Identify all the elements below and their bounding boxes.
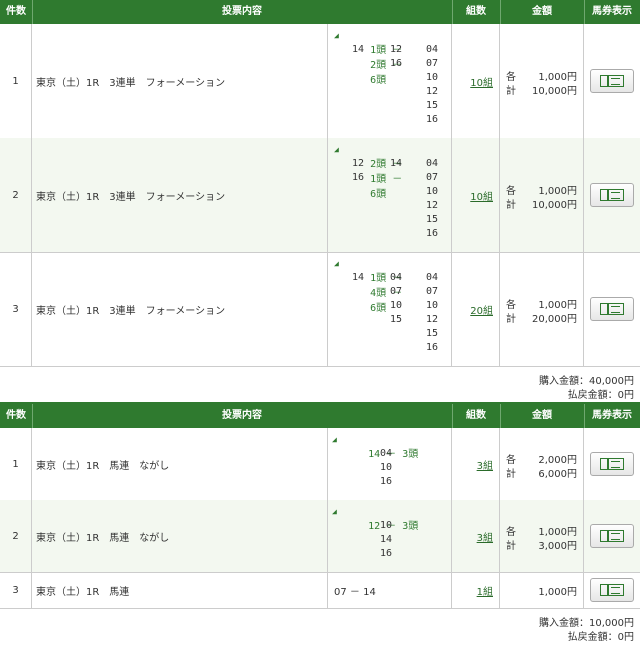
header-display: 馬券表示 xyxy=(592,410,632,421)
refund-total: 払戻金額：0円 xyxy=(567,390,634,401)
row-number: 2 xyxy=(0,500,32,572)
bet-description: 東京（土）1R 馬連 ながし xyxy=(32,428,328,500)
ticket-icon xyxy=(600,530,624,542)
bet-description: 東京（土）1R 馬連 xyxy=(32,572,328,608)
triangle-marker-icon: ◢ xyxy=(332,507,337,516)
combination-count-link[interactable]: 10組 xyxy=(470,74,493,89)
ticket-display-button[interactable] xyxy=(590,183,634,207)
triangle-marker-icon: ◢ xyxy=(332,435,337,444)
table-row: 3 東京（土）1R 馬連 07 － 14 1組 1,000円 xyxy=(0,572,640,609)
ticket-icon xyxy=(600,189,624,201)
table-row: 1 東京（土）1R 馬連 ながし ◢ 14 － 3頭 04 10 16 3組 各… xyxy=(0,428,640,501)
header-num: 件数 xyxy=(0,0,33,24)
ticket-icon xyxy=(600,303,624,315)
combination: ◢ 12 － 3頭 10 14 16 xyxy=(328,500,452,572)
header-desc: 投票内容 xyxy=(32,0,453,24)
combination-count-link[interactable]: 10組 xyxy=(470,188,493,203)
section-summary: 購入金額：40,000円 払戻金額：0円 xyxy=(0,366,640,402)
amount: 各 1,000円 計 10,000円 xyxy=(500,24,584,138)
bet-description: 東京（土）1R 3連単 フォーメーション xyxy=(32,252,328,366)
amount: 各 1,000円 計 20,000円 xyxy=(500,252,584,366)
ticket-display-button[interactable] xyxy=(590,452,634,476)
ticket-display-button[interactable] xyxy=(590,69,634,93)
ticket-display-button[interactable] xyxy=(590,578,634,602)
combination: 07 － 14 xyxy=(328,572,452,608)
ticket-icon xyxy=(600,75,624,87)
triangle-marker-icon: ◢ xyxy=(334,259,339,268)
table-row: 3 東京（土）1R 3連単 フォーメーション ◢ 1頭 － 4頭 － 6頭 14… xyxy=(0,252,640,367)
triangle-marker-icon: ◢ xyxy=(334,145,339,154)
purchase-total: 購入金額：40,000円 xyxy=(539,376,634,387)
header-count: 組数 xyxy=(452,0,501,24)
header-display: 馬券表示 xyxy=(592,6,632,17)
amount: 各 2,000円 計 6,000円 xyxy=(500,428,584,500)
row-number: 1 xyxy=(0,24,32,138)
table-row: 2 東京（土）1R 3連単 フォーメーション ◢ 2頭 － 1頭 － 6頭 12… xyxy=(0,138,640,253)
ticket-icon xyxy=(600,584,624,596)
row-number: 2 xyxy=(0,138,32,252)
combination-count-link[interactable]: 3組 xyxy=(477,529,493,544)
combination-count-link[interactable]: 3組 xyxy=(477,457,493,472)
combination: ◢ 14 － 3頭 04 10 16 xyxy=(328,428,452,500)
triangle-marker-icon: ◢ xyxy=(334,31,339,40)
refund-total: 払戻金額：0円 xyxy=(567,632,634,643)
row-number: 3 xyxy=(0,572,32,608)
bet-description: 東京（土）1R 3連単 フォーメーション xyxy=(32,138,328,252)
row-number: 1 xyxy=(0,428,32,500)
header-amount: 金額 xyxy=(500,0,585,24)
combination: ◢ 2頭 － 1頭 － 6頭 12 14 04 16 07 10 12 15 1… xyxy=(328,138,452,252)
header-amount: 金額 xyxy=(500,404,585,428)
header-count: 組数 xyxy=(452,404,501,428)
header-num: 件数 xyxy=(0,404,33,428)
amount: 各 1,000円 計 10,000円 xyxy=(500,138,584,252)
ticket-display-button[interactable] xyxy=(590,297,634,321)
ticket-icon xyxy=(600,458,624,470)
row-number: 3 xyxy=(0,252,32,366)
table-row: 2 東京（土）1R 馬連 ながし ◢ 12 － 3頭 10 14 16 3組 各… xyxy=(0,500,640,573)
combination: ◢ 1頭 － 2頭 － 6頭 14 12 04 16 07 10 12 15 1… xyxy=(328,24,452,138)
table-row: 1 東京（土）1R 3連単 フォーメーション ◢ 1頭 － 2頭 － 6頭 14… xyxy=(0,24,640,139)
header-desc: 投票内容 xyxy=(32,404,453,428)
combination-count-link[interactable]: 1組 xyxy=(477,583,493,598)
amount: 各 1,000円 計 3,000円 xyxy=(500,500,584,572)
amount: 1,000円 xyxy=(500,572,584,608)
bet-description: 東京（土）1R 馬連 ながし xyxy=(32,500,328,572)
combination: ◢ 1頭 － 4頭 － 6頭 14 04 04 07 07 10 10 15 1… xyxy=(328,252,452,366)
section-summary: 購入金額：10,000円 払戻金額：0円 xyxy=(0,608,640,648)
purchase-total: 購入金額：10,000円 xyxy=(539,618,634,629)
combination-count-link[interactable]: 20組 xyxy=(470,302,493,317)
bet-description: 東京（土）1R 3連単 フォーメーション xyxy=(32,24,328,138)
table-header: 件数 投票内容 組数 金額 馬券表示 xyxy=(0,404,640,428)
table-header: 件数 投票内容 組数 金額 馬券表示 xyxy=(0,0,640,24)
ticket-display-button[interactable] xyxy=(590,524,634,548)
